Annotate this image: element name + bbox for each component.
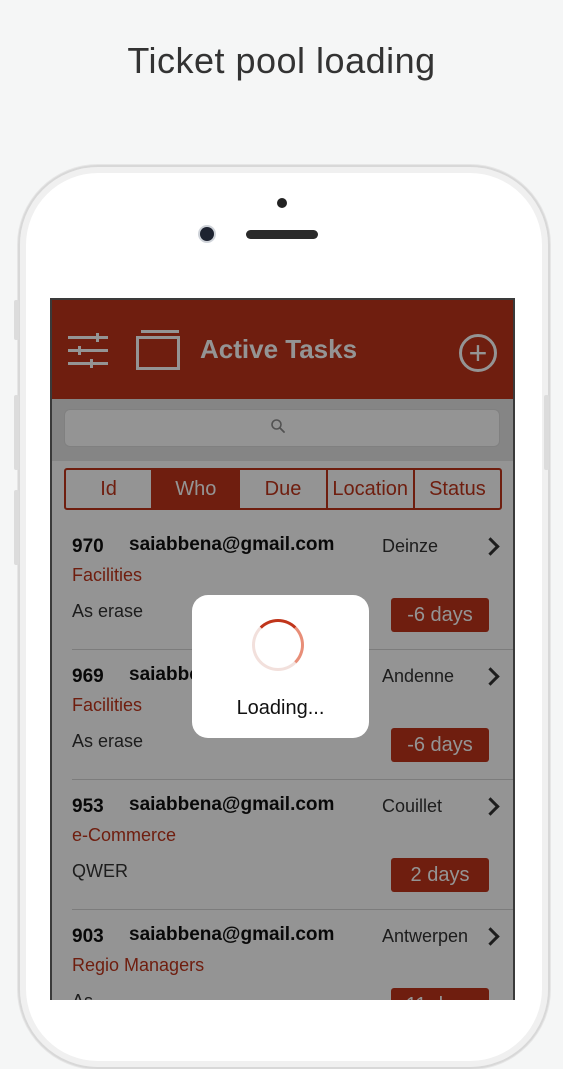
phone-side-button: [14, 395, 19, 470]
phone-side-button: [14, 490, 19, 565]
caption-title: Ticket pool loading: [127, 40, 436, 81]
loading-dialog: Loading...: [192, 595, 369, 738]
phone-power-button: [544, 395, 549, 470]
front-camera: [200, 227, 214, 241]
loading-label: Loading...: [236, 697, 325, 719]
earpiece-speaker: [246, 230, 318, 239]
proximity-sensor: [277, 198, 287, 208]
spinner-icon: [252, 619, 304, 671]
phone-side-button: [14, 300, 19, 340]
